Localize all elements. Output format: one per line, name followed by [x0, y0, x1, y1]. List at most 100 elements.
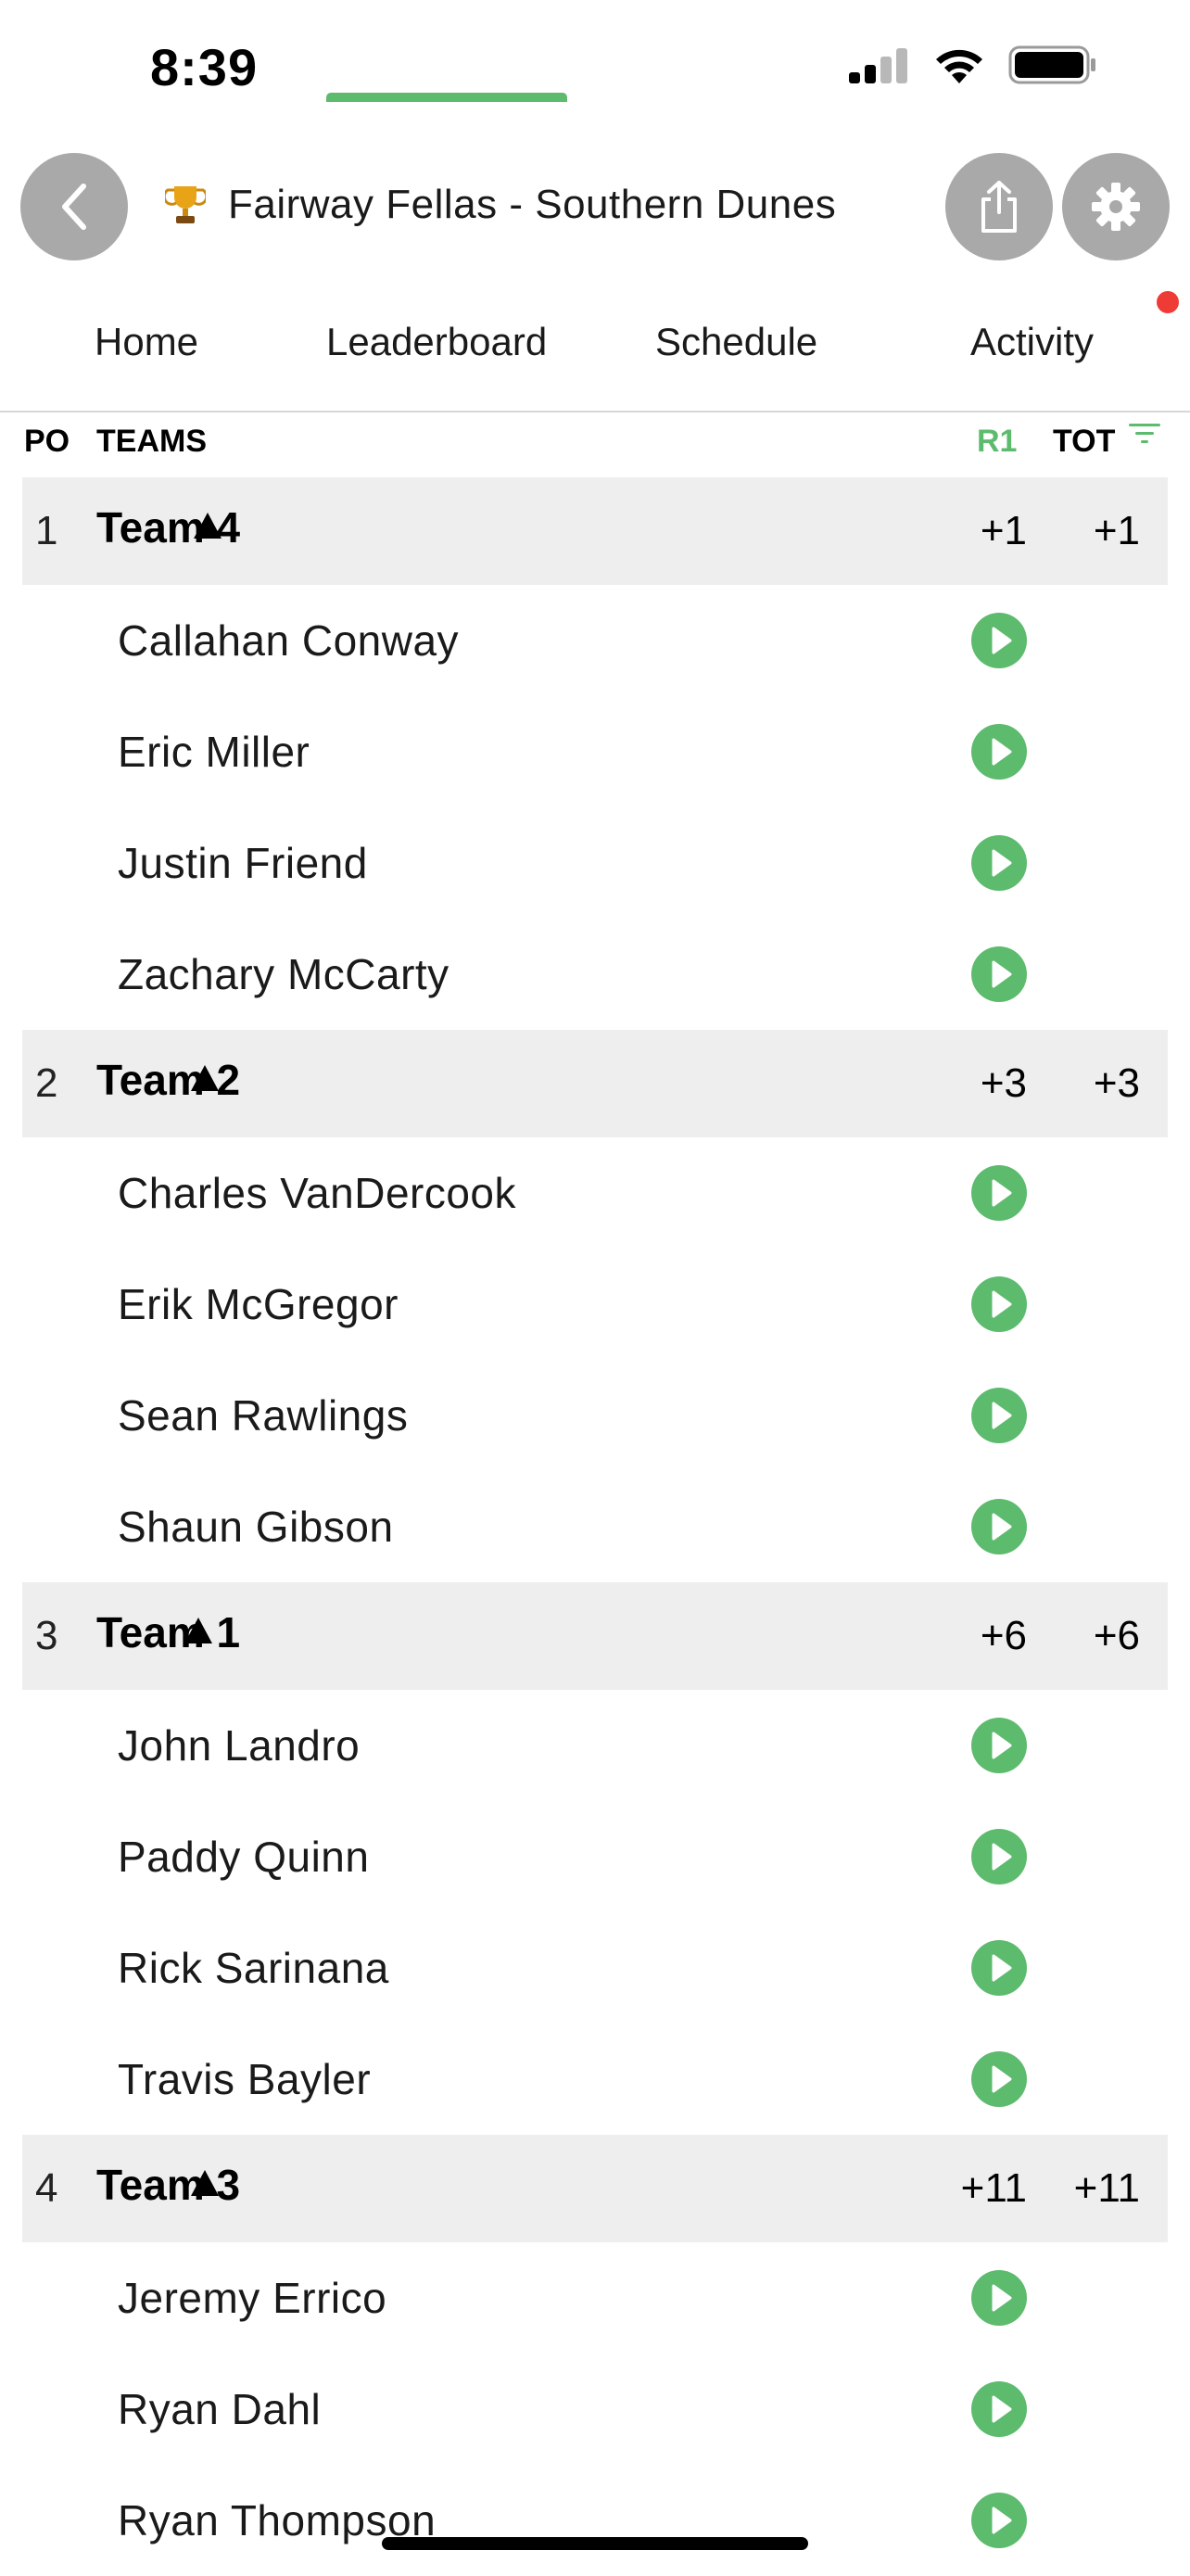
filter-icon[interactable]	[1129, 424, 1160, 446]
team-total-score: +11	[1073, 2165, 1140, 2211]
team-position: 1	[35, 508, 58, 553]
play-button[interactable]	[971, 2381, 1027, 2437]
team-round-1-score: +11	[960, 2165, 1027, 2211]
player-row[interactable]: Callahan Conway	[0, 585, 1190, 696]
player-name: Ryan Dahl	[118, 2385, 322, 2433]
expand-triangle-icon[interactable]	[184, 1618, 212, 1643]
active-tab-indicator	[326, 93, 567, 102]
team-round-1-score: +1	[980, 508, 1027, 553]
play-icon	[992, 627, 1012, 654]
team-round-1-score: +3	[980, 1060, 1027, 1106]
play-icon	[992, 2284, 1012, 2312]
expand-triangle-icon[interactable]	[191, 1065, 219, 1091]
event-title-group: Fairway Fellas - Southern Dunes	[165, 182, 836, 228]
player-row[interactable]: Jeremy Errico	[0, 2242, 1190, 2354]
team-position: 2	[35, 1060, 58, 1106]
player-name: Travis Bayler	[118, 2055, 372, 2103]
player-row[interactable]: Rick Sarinana	[0, 1912, 1190, 2024]
status-time: 8:39	[150, 38, 259, 96]
play-button[interactable]	[971, 1718, 1027, 1773]
tab-activity[interactable]: Activity	[970, 320, 1094, 364]
tab-leaderboard[interactable]: Leaderboard	[326, 320, 547, 364]
play-icon	[992, 1290, 1012, 1318]
expand-triangle-icon[interactable]	[194, 513, 222, 539]
player-name: Eric Miller	[118, 728, 310, 776]
player-name: Justin Friend	[118, 839, 368, 887]
player-row[interactable]: Ryan Dahl	[0, 2354, 1190, 2465]
play-icon	[992, 2065, 1012, 2093]
player-row[interactable]: Ryan Thompson	[0, 2465, 1190, 2576]
play-icon	[992, 738, 1012, 766]
status-icons	[847, 44, 1097, 85]
play-button[interactable]	[971, 1499, 1027, 1554]
notification-badge	[1157, 291, 1179, 313]
team-position: 4	[35, 2165, 58, 2211]
player-row[interactable]: John Landro	[0, 1690, 1190, 1801]
player-row[interactable]: Erik McGregor	[0, 1249, 1190, 1360]
leaderboard-column-header: PO TEAMS R1 TOT	[0, 412, 1190, 477]
play-button[interactable]	[971, 1388, 1027, 1443]
trophy-icon	[165, 186, 206, 223]
play-button[interactable]	[971, 724, 1027, 780]
player-row[interactable]: Paddy Quinn	[0, 1801, 1190, 1912]
player-row[interactable]: Justin Friend	[0, 807, 1190, 919]
player-name: Sean Rawlings	[118, 1391, 409, 1440]
team-row[interactable]: 4 Team 3 +11 +11	[22, 2135, 1168, 2242]
player-name: Zachary McCarty	[118, 950, 449, 998]
play-button[interactable]	[971, 1165, 1027, 1221]
column-total[interactable]: TOT	[1053, 412, 1115, 470]
player-row[interactable]: Zachary McCarty	[0, 919, 1190, 1030]
battery-icon	[1008, 45, 1095, 84]
team-row[interactable]: 1 Team 4 +1 +1	[22, 477, 1168, 585]
player-name: Paddy Quinn	[118, 1833, 370, 1881]
page-title: Fairway Fellas - Southern Dunes	[228, 182, 837, 227]
play-button[interactable]	[971, 2051, 1027, 2107]
play-button[interactable]	[971, 2270, 1027, 2326]
player-name: Erik McGregor	[118, 1280, 399, 1328]
share-button[interactable]	[945, 153, 1053, 260]
expand-triangle-icon[interactable]	[191, 2170, 219, 2196]
team-total-score: +3	[1093, 1060, 1140, 1106]
player-name: Shaun Gibson	[118, 1503, 394, 1551]
play-icon	[992, 1732, 1012, 1759]
settings-button[interactable]	[1062, 153, 1170, 260]
play-icon	[992, 960, 1012, 988]
play-icon	[992, 849, 1012, 877]
play-button[interactable]	[971, 1829, 1027, 1884]
play-button[interactable]	[971, 835, 1027, 891]
team-row[interactable]: 3 Team 1 +6 +6	[22, 1582, 1168, 1690]
team-position: 3	[35, 1613, 58, 1658]
leaderboard-list: 1 Team 4 +1 +1 Callahan Conway Eric Miller Jus…	[0, 477, 1190, 2576]
chevron-left-icon	[62, 184, 86, 230]
team-row[interactable]: 2 Team 2 +3 +3	[22, 1030, 1168, 1137]
player-row[interactable]: Travis Bayler	[0, 2024, 1190, 2135]
player-row[interactable]: Charles VanDercook	[0, 1137, 1190, 1249]
team-total-score: +6	[1093, 1613, 1140, 1658]
play-button[interactable]	[971, 1276, 1027, 1332]
play-button[interactable]	[971, 946, 1027, 1002]
player-row[interactable]: Eric Miller	[0, 696, 1190, 807]
player-row[interactable]: Sean Rawlings	[0, 1360, 1190, 1471]
player-row[interactable]: Shaun Gibson	[0, 1471, 1190, 1582]
player-name: Callahan Conway	[118, 616, 460, 665]
team-name: Team 1	[96, 1608, 241, 1656]
play-button[interactable]	[971, 1940, 1027, 1996]
player-name: Charles VanDercook	[118, 1169, 517, 1217]
back-button[interactable]	[20, 153, 128, 260]
player-name: Ryan Thompson	[118, 2496, 437, 2544]
cellular-signal-icon	[849, 48, 907, 83]
play-icon	[992, 1954, 1012, 1982]
player-name: Rick Sarinana	[118, 1944, 389, 1992]
tab-schedule[interactable]: Schedule	[655, 320, 817, 364]
play-button[interactable]	[971, 613, 1027, 668]
wifi-icon	[936, 49, 982, 83]
gear-icon	[1092, 183, 1140, 231]
column-round-1[interactable]: R1	[977, 412, 1017, 470]
team-round-1-score: +6	[980, 1613, 1027, 1658]
play-icon	[992, 2395, 1012, 2423]
play-button[interactable]	[971, 2493, 1027, 2548]
player-name: John Landro	[118, 1721, 361, 1770]
status-bar: 8:39	[0, 0, 1190, 139]
play-icon	[992, 2506, 1012, 2534]
tab-home[interactable]: Home	[95, 320, 198, 364]
